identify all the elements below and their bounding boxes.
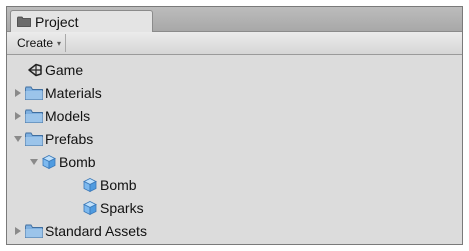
tree-item-sparks[interactable]: Sparks <box>82 197 144 219</box>
folder-open-icon <box>25 132 43 146</box>
tree-item-models[interactable]: Models <box>13 105 90 127</box>
collapse-arrow-icon[interactable] <box>13 134 23 144</box>
tree-item-label: Standard Assets <box>45 223 147 239</box>
folder-icon <box>17 16 31 27</box>
tab-bar: Project <box>7 7 462 32</box>
create-button[interactable]: Create ▾ <box>13 34 67 52</box>
folder-icon <box>25 86 43 100</box>
tree-item-label: Materials <box>45 85 102 101</box>
folder-icon <box>25 224 43 238</box>
tree-item-label: Sparks <box>100 200 144 216</box>
tree-item-bomb[interactable]: Bomb <box>82 174 137 196</box>
chevron-down-icon: ▾ <box>57 38 62 48</box>
expand-arrow-icon[interactable] <box>13 226 23 236</box>
tree-item-label: Models <box>45 108 91 124</box>
tree-item-label: Game <box>45 62 84 78</box>
collapse-arrow-icon[interactable] <box>29 157 39 167</box>
prefab-cube-icon <box>41 154 57 170</box>
project-tree: Game Materials Models Prefabs Bomb Bomb … <box>7 55 462 244</box>
tree-item-game[interactable]: Game <box>27 59 83 81</box>
tree-item-label: Bomb <box>59 154 96 170</box>
tree-item-standard-assets[interactable]: Standard Assets <box>13 220 147 242</box>
expand-arrow-icon[interactable] <box>13 111 23 121</box>
prefab-cube-icon <box>82 177 98 193</box>
tab-label: Project <box>35 13 79 30</box>
tree-item-label: Bomb <box>100 177 137 193</box>
tree-item-prefabs[interactable]: Prefabs <box>13 128 93 150</box>
unity-scene-icon <box>27 62 43 78</box>
tree-item-label: Prefabs <box>45 131 94 147</box>
create-label: Create <box>17 36 54 50</box>
tree-item-bomb-group[interactable]: Bomb <box>29 151 96 173</box>
project-window: Project Create ▾ Game Materials Models P… <box>6 6 463 245</box>
toolbar: Create ▾ <box>7 32 462 55</box>
expand-arrow-icon[interactable] <box>13 88 23 98</box>
prefab-cube-icon <box>82 200 98 216</box>
tree-item-materials[interactable]: Materials <box>13 82 102 104</box>
tab-project[interactable]: Project <box>10 10 153 32</box>
folder-icon <box>25 109 43 123</box>
